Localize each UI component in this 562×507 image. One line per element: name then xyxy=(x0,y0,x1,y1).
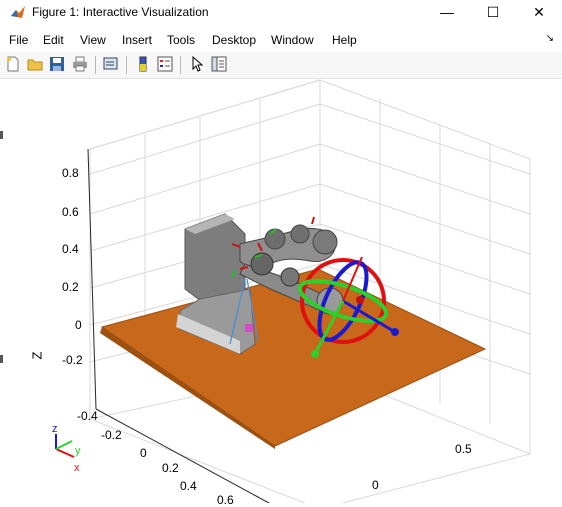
z-tick-label: 0.2 xyxy=(62,280,79,294)
edge-artifact xyxy=(0,355,3,363)
save-icon[interactable] xyxy=(48,55,66,73)
y-tick-label: -0.4 xyxy=(77,409,98,423)
triad-y-label: y xyxy=(75,445,81,457)
pointer-icon[interactable] xyxy=(188,55,206,73)
y-tick-label: 0.6 xyxy=(217,493,234,507)
menu-window[interactable]: Window xyxy=(271,33,314,47)
3d-scene[interactable] xyxy=(0,79,562,503)
axes-panel[interactable]: 0.8 0.6 0.4 0.2 0 -0.2 Z -0.4 -0.2 0 0.2… xyxy=(0,79,562,507)
menu-help[interactable]: Help xyxy=(332,33,357,47)
toolbar-separator xyxy=(95,56,96,74)
dock-arrow-icon[interactable]: ↘ xyxy=(546,33,554,44)
figure-toolbar xyxy=(0,52,562,79)
open-file-icon[interactable] xyxy=(26,55,44,73)
menu-bar: File Edit View Insert Tools Desktop Wind… xyxy=(0,30,562,50)
matlab-icon xyxy=(11,6,25,18)
toolbar-separator xyxy=(126,56,127,74)
x-tick-label: 0 xyxy=(372,478,379,492)
y-tick-label: -0.2 xyxy=(101,428,122,442)
close-button[interactable]: ✕ xyxy=(516,0,562,24)
y-tick-label: 0.4 xyxy=(180,479,197,493)
menu-tools[interactable]: Tools xyxy=(167,33,195,47)
menu-view[interactable]: View xyxy=(80,33,106,47)
legend-icon[interactable] xyxy=(156,55,174,73)
menu-file[interactable]: File xyxy=(9,33,28,47)
z-axis-label: Z xyxy=(29,351,45,360)
link-plot-icon[interactable] xyxy=(102,55,120,73)
property-inspector-icon[interactable] xyxy=(210,55,228,73)
colorbar-icon[interactable] xyxy=(134,55,152,73)
window-title: Figure 1: Interactive Visualization xyxy=(32,5,209,19)
menu-insert[interactable]: Insert xyxy=(122,33,152,47)
minimize-button[interactable]: — xyxy=(424,0,470,24)
triad-z-label: z xyxy=(52,423,58,435)
menu-desktop[interactable]: Desktop xyxy=(212,33,256,47)
z-tick-label: -0.2 xyxy=(62,353,83,367)
title-bar: Figure 1: Interactive Visualization — ☐ … xyxy=(0,0,562,24)
x-tick-label: 0.5 xyxy=(455,442,472,456)
y-tick-label: 0 xyxy=(140,446,147,460)
z-tick-label: 0.4 xyxy=(62,242,79,256)
triad-x-label: x xyxy=(74,462,80,474)
y-tick-label: 0.2 xyxy=(162,461,179,475)
toolbar-separator xyxy=(180,56,181,74)
z-tick-label: 0.6 xyxy=(62,205,79,219)
edge-artifact xyxy=(0,131,3,139)
axes-triad xyxy=(55,434,75,458)
print-icon[interactable] xyxy=(71,55,89,73)
maximize-button[interactable]: ☐ xyxy=(470,0,516,24)
menu-edit[interactable]: Edit xyxy=(43,33,64,47)
z-tick-label: 0.8 xyxy=(62,166,79,180)
z-tick-label: 0 xyxy=(75,318,82,332)
new-figure-icon[interactable] xyxy=(4,55,22,73)
